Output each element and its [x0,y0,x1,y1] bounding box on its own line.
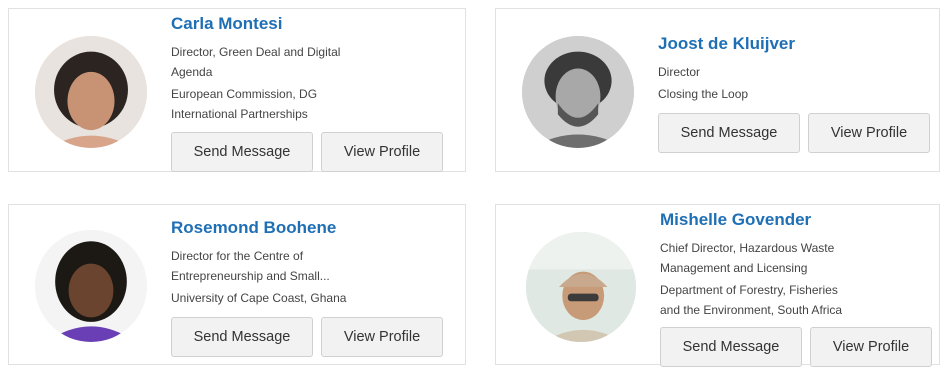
profile-name[interactable]: Joost de Kluijver [658,34,795,54]
profile-organization: Closing the Loop [658,87,749,101]
view-profile-button[interactable]: View Profile [321,132,443,172]
profile-title: Agenda [171,65,213,79]
profile-title: Director, Green Deal and Digital [171,45,341,59]
profile-name[interactable]: Rosemond Boohene [171,218,336,238]
view-profile-button[interactable]: View Profile [808,113,930,153]
profile-name[interactable]: Carla Montesi [171,14,282,34]
profile-title: Director [658,65,701,79]
view-profile-button[interactable]: View Profile [321,317,443,357]
profile-organization: International Partnerships [171,107,308,121]
profile-name[interactable]: Mishelle Govender [660,210,811,230]
profile-title: Entrepreneurship and Small... [171,269,330,283]
send-message-button[interactable]: Send Message [171,132,313,172]
profile-avatar[interactable] [522,36,634,148]
profile-avatar[interactable] [35,230,147,342]
profile-avatar[interactable] [526,232,636,342]
send-message-button[interactable]: Send Message [660,327,802,367]
profile-title: Chief Director, Hazardous Waste [660,241,835,255]
profile-organization: Department of Forestry, Fisheries [660,283,838,297]
send-message-button[interactable]: Send Message [658,113,800,153]
view-profile-button[interactable]: View Profile [810,327,932,367]
profile-title: Director for the Centre of [171,249,304,263]
profile-organization: and the Environment, South Africa [660,303,843,317]
send-message-button[interactable]: Send Message [171,317,313,357]
profile-avatar[interactable] [35,36,147,148]
profile-title: Management and Licensing [660,261,808,275]
profile-organization: European Commission, DG [171,87,318,101]
profile-organization: University of Cape Coast, Ghana [171,291,347,305]
